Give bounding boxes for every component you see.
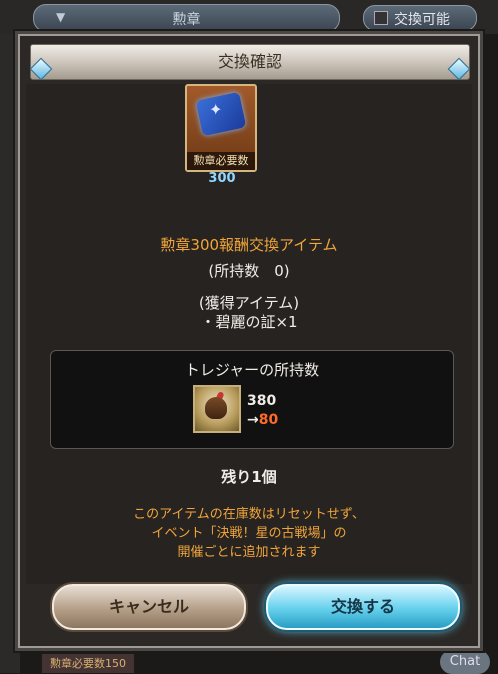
filter-label: 勲章 [172, 12, 201, 28]
treasure-title: トレジャーの所持数 [184, 361, 320, 379]
checkbox-icon [374, 11, 388, 25]
chat-button[interactable]: Chat [440, 650, 490, 674]
badge-label: 勲章必要数 [193, 154, 249, 167]
item-name: 勲章300報酬交換アイテム [160, 236, 338, 254]
medal-cost-badge: 勲章必要数 300 [187, 152, 255, 186]
treasure-after-row: →80 [247, 412, 278, 428]
acquired-header: (獲得アイテム) [198, 294, 300, 312]
item-icon: ✦ 勲章必要数 300 [185, 84, 257, 186]
note-line: このアイテムの在庫数はリセットせず、 [133, 507, 365, 522]
badge-value: 300 [208, 171, 236, 186]
note-line: 開催ごとに追加されます [177, 545, 321, 560]
note-line: イベント「決戦！星の古戦場」の [151, 526, 347, 541]
sparkle-icon: ✦ [209, 100, 223, 119]
remaining-stock: 残り1個 [221, 468, 277, 486]
treasure-panel: トレジャーの所持数 380 →80 [50, 350, 454, 449]
treasure-after: 80 [258, 412, 279, 428]
toggle-label: 交換可能 [394, 12, 450, 28]
hat-shape [205, 397, 227, 419]
acquired-item: ・碧麗の証×1 [200, 313, 298, 331]
cancel-button[interactable]: キャンセル [52, 584, 246, 630]
side-strip [0, 34, 20, 673]
medal-filter-dropdown[interactable]: ▼ 勲章 [33, 4, 340, 32]
dialog-title: 交換確認 [217, 52, 282, 71]
treasure-current: 380 [247, 393, 277, 409]
dialog-titlebar: 交換確認 [29, 44, 471, 81]
diamond-ornament-icon [29, 57, 53, 81]
arrow-icon: → [247, 412, 259, 428]
diamond-ornament-icon [447, 57, 471, 81]
held-count: (所持数 0) [208, 262, 290, 280]
treasure-hat-icon [193, 385, 241, 433]
exchange-button[interactable]: 交換する [266, 584, 460, 630]
medal-requirement-chip: 勲章必要数150 [42, 654, 134, 673]
exchangeable-toggle[interactable]: 交換可能 [363, 5, 477, 31]
